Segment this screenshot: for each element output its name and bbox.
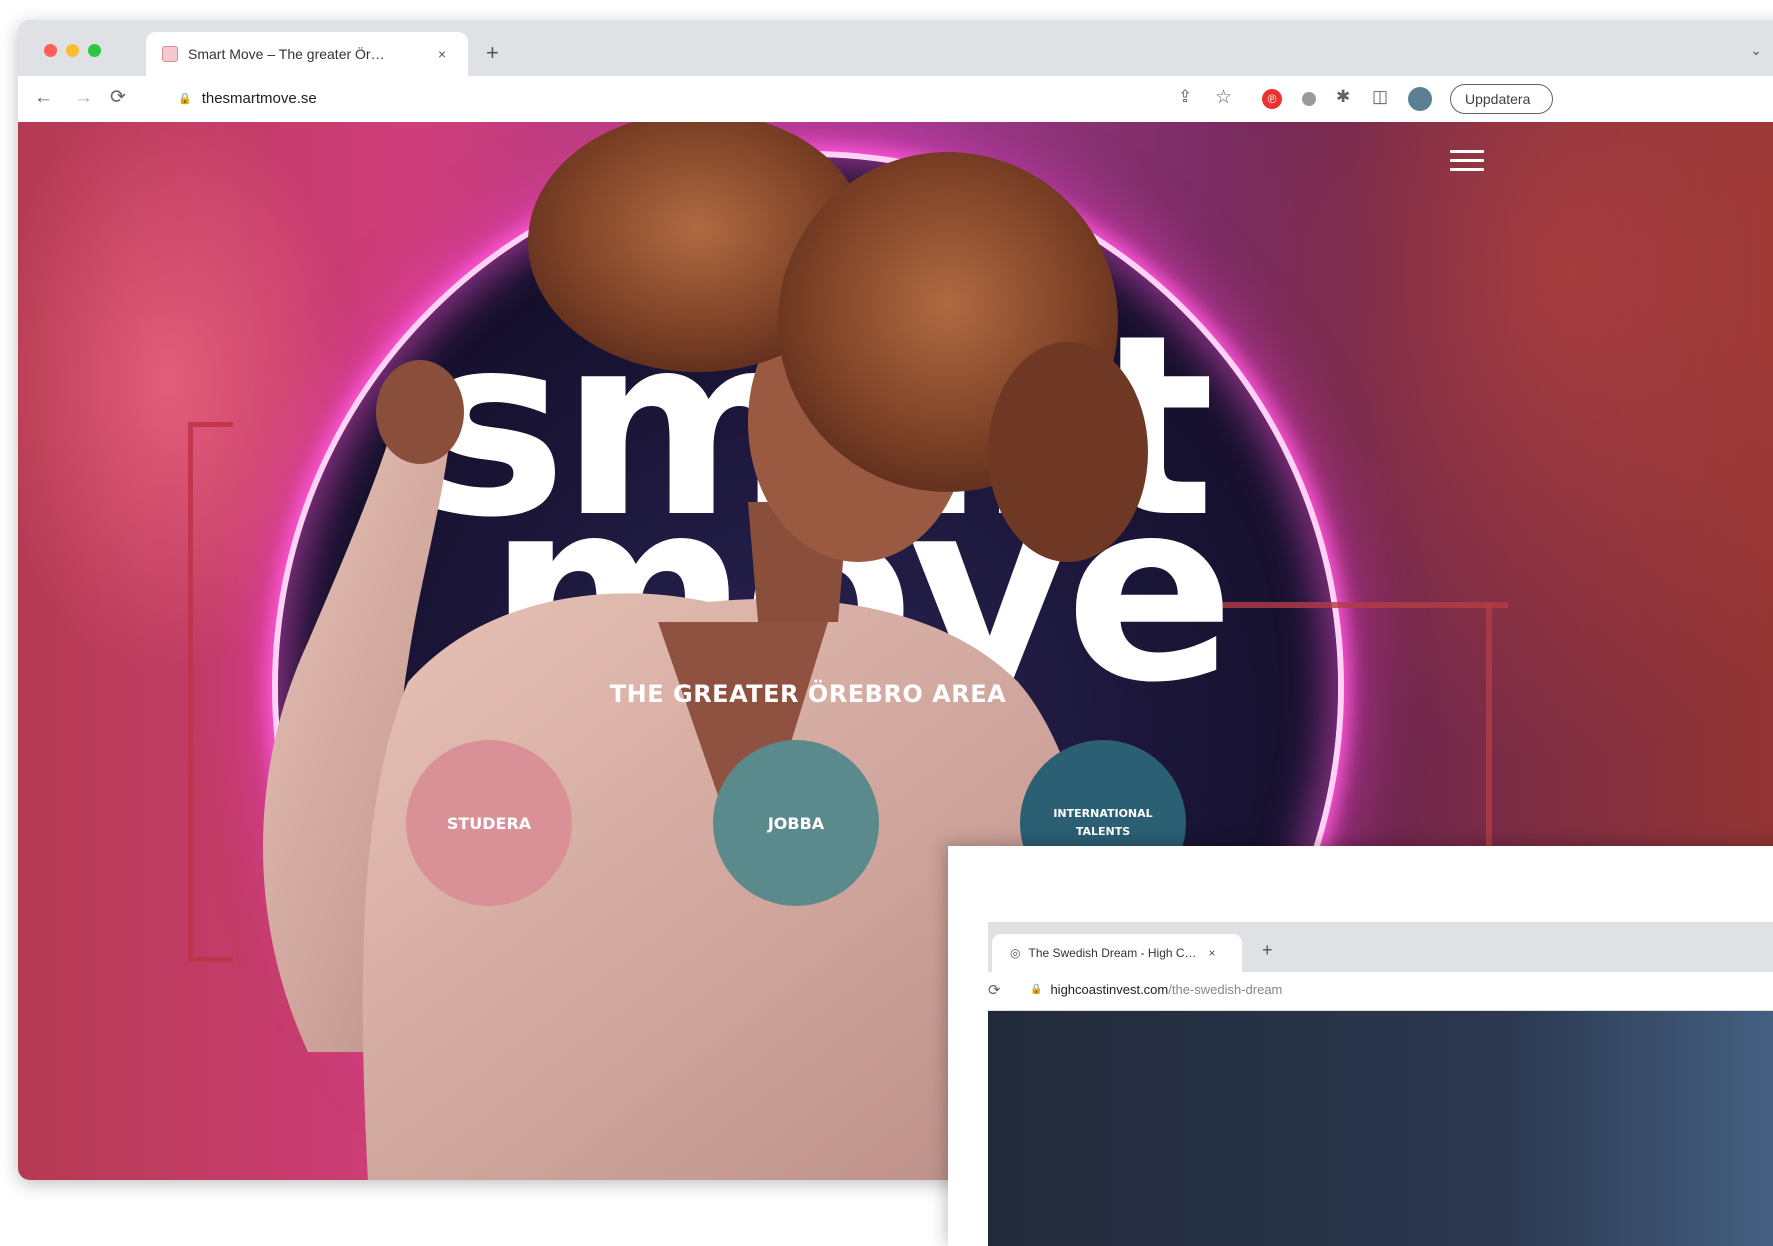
lock-icon: 🔒 (1030, 984, 1043, 995)
address-bar[interactable]: 🔒 highcoastinvest.com/the-swedish-dream (1030, 982, 1282, 997)
address-bar[interactable]: 🔒 thesmartmove.se (178, 90, 317, 107)
tab-list-chevron-icon[interactable]: ⌄ (1750, 42, 1762, 59)
profile-avatar-icon[interactable] (1408, 87, 1432, 111)
extensions-puzzle-icon[interactable]: ✱ (1336, 88, 1350, 105)
jobba-button[interactable]: JOBBA (713, 740, 879, 906)
bookmark-star-icon[interactable]: ☆ (1215, 88, 1232, 107)
back-arrow-icon[interactable]: ← (34, 88, 53, 107)
lock-icon: 🔒 (178, 93, 192, 105)
close-window-button[interactable] (44, 44, 57, 57)
side-panel-icon[interactable]: ◫ (1372, 88, 1388, 105)
studera-button[interactable]: STUDERA (406, 740, 572, 906)
browser-toolbar: ← → ⟳ 🔒 thesmartmove.se ⇪ ☆ ℗ ✱ ◫ Uppdat… (18, 76, 1773, 123)
tab-close-icon[interactable]: × (1208, 946, 1215, 960)
url-text[interactable]: thesmartmove.se (202, 90, 317, 107)
tab-smart-move[interactable]: Smart Move – The greater Ör… × (146, 32, 468, 76)
new-tab-button[interactable]: + (486, 42, 499, 64)
site-favicon-icon (162, 46, 178, 62)
tab-swedish-dream[interactable]: ◎ The Swedish Dream - High C… × (992, 934, 1242, 972)
pinterest-extension-icon[interactable]: ℗ (1262, 89, 1282, 109)
browser-toolbar: ⟳ 🔒 highcoastinvest.com/the-swedish-drea… (988, 972, 1773, 1011)
tagline: THE GREATER ÖREBRO AREA (609, 680, 1007, 708)
url-host: highcoastinvest.com (1050, 982, 1169, 997)
globe-favicon-icon: ◎ (1010, 946, 1021, 960)
minimize-window-button[interactable] (66, 44, 79, 57)
reload-icon[interactable]: ⟳ (110, 88, 126, 107)
tab-close-icon[interactable]: × (438, 46, 446, 62)
window-controls (44, 44, 101, 57)
update-button[interactable]: Uppdatera (1450, 84, 1554, 114)
tab-title: The Swedish Dream - High C… (1028, 946, 1197, 960)
secondary-page-viewport (988, 1011, 1773, 1246)
browser-window-secondary: ◎ The Swedish Dream - High C… × + ⟳ 🔒 hi… (948, 846, 1773, 1246)
url-path: /the-swedish-dream (1168, 982, 1283, 997)
new-tab-button[interactable]: + (1262, 940, 1273, 961)
share-icon[interactable]: ⇪ (1178, 88, 1192, 105)
forward-arrow-icon[interactable]: → (74, 88, 93, 107)
maximize-window-button[interactable] (88, 44, 101, 57)
hamburger-menu-icon[interactable] (1450, 150, 1484, 174)
reload-icon[interactable]: ⟳ (988, 981, 1001, 999)
extension-dot-icon[interactable] (1302, 92, 1316, 106)
tab-title: Smart Move – The greater Ör… (188, 46, 385, 62)
secondary-browser-chrome: ◎ The Swedish Dream - High C… × + ⟳ 🔒 hi… (988, 922, 1773, 1246)
tab-bar: Smart Move – The greater Ör… × + ⌄ (18, 20, 1773, 76)
